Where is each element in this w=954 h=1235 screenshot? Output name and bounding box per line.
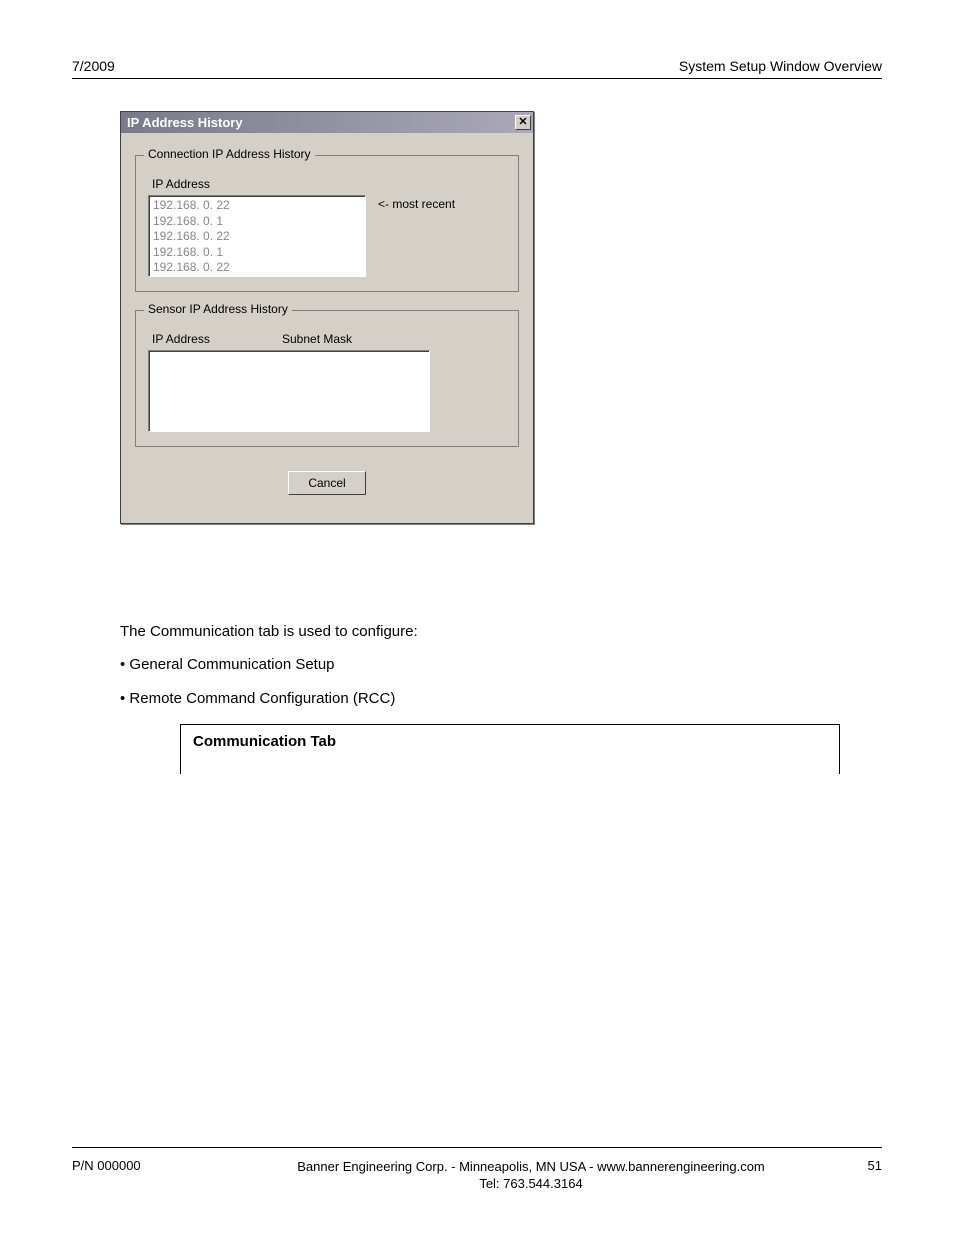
connection-history-group: Connection IP Address History IP Address… bbox=[135, 155, 519, 292]
col-ip-address: IP Address bbox=[152, 332, 282, 346]
close-icon[interactable]: ✕ bbox=[515, 115, 531, 130]
list-item[interactable]: 192.168. 0. 22 bbox=[153, 198, 361, 214]
list-item[interactable]: 192.168. 0. 22 bbox=[153, 260, 361, 276]
footer-page-number: 51 bbox=[842, 1158, 882, 1173]
footer-tel: Tel: 763.544.3164 bbox=[220, 1175, 842, 1193]
footer-pn: P/N 000000 bbox=[72, 1158, 220, 1173]
dialog-titlebar: IP Address History ✕ bbox=[121, 112, 533, 133]
bullet-general: • General Communication Setup bbox=[120, 653, 882, 676]
sensor-ip-listbox[interactable] bbox=[148, 350, 430, 432]
communication-tab-box: Communication Tab bbox=[180, 724, 840, 774]
bullet-rcc: • Remote Command Configuration (RCC) bbox=[120, 687, 882, 710]
intro-text: The Communication tab is used to configu… bbox=[120, 620, 882, 643]
ip-history-dialog: IP Address History ✕ Connection IP Addre… bbox=[120, 111, 534, 524]
list-item[interactable]: 192.168. 0. 1 bbox=[153, 245, 361, 261]
communication-tab-title: Communication Tab bbox=[193, 733, 827, 750]
dialog-title: IP Address History bbox=[127, 115, 243, 130]
header-date: 7/2009 bbox=[72, 58, 115, 74]
page-header: 7/2009 System Setup Window Overview bbox=[72, 58, 882, 79]
col-subnet-mask: Subnet Mask bbox=[282, 332, 352, 346]
page-footer: P/N 000000 Banner Engineering Corp. - Mi… bbox=[72, 1147, 882, 1193]
cancel-button[interactable]: Cancel bbox=[288, 471, 366, 495]
most-recent-label: <- most recent bbox=[366, 195, 455, 211]
col-ip-address: IP Address bbox=[152, 177, 282, 191]
group-legend: Sensor IP Address History bbox=[144, 302, 292, 316]
body-content: The Communication tab is used to configu… bbox=[120, 620, 882, 710]
sensor-history-group: Sensor IP Address History IP Address Sub… bbox=[135, 310, 519, 447]
header-title: System Setup Window Overview bbox=[679, 58, 882, 74]
list-item[interactable]: 192.168. 0. 22 bbox=[153, 229, 361, 245]
footer-company: Banner Engineering Corp. - Minneapolis, … bbox=[220, 1158, 842, 1176]
list-item[interactable]: 192.168. 0. 1 bbox=[153, 214, 361, 230]
group-legend: Connection IP Address History bbox=[144, 147, 315, 161]
connection-ip-listbox[interactable]: 192.168. 0. 22 192.168. 0. 1 192.168. 0.… bbox=[148, 195, 366, 277]
